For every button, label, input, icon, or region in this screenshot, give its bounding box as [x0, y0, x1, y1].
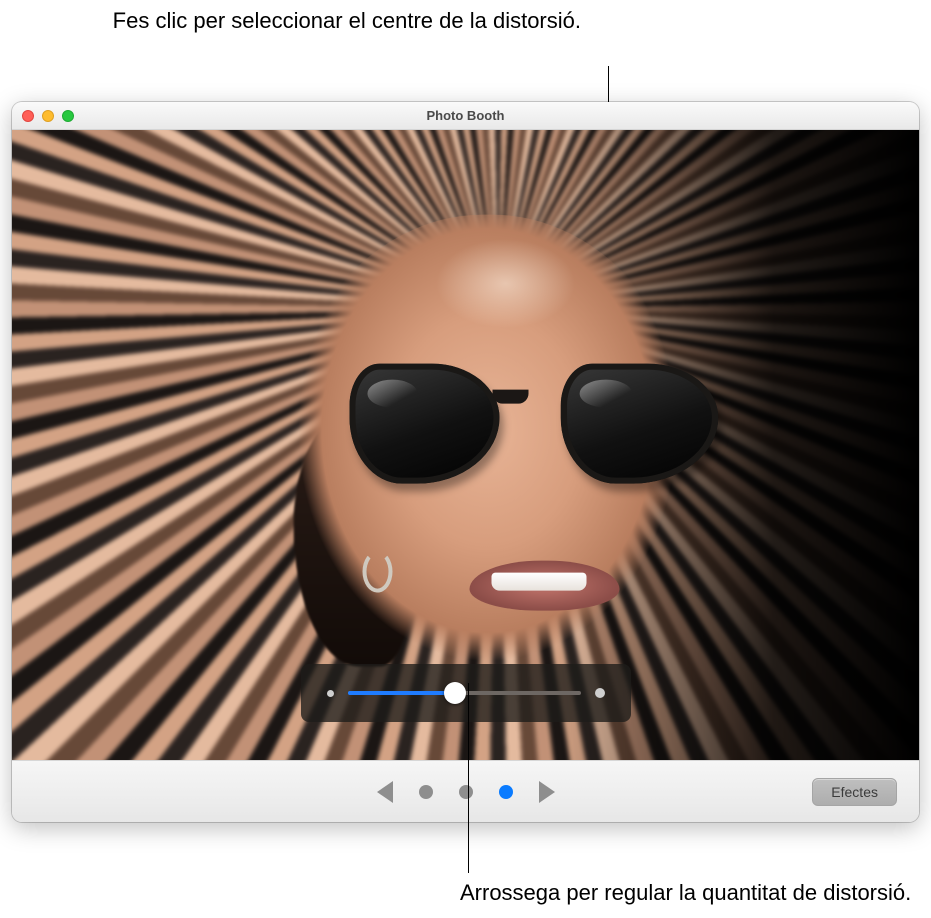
subject-face-placeholder: [272, 215, 702, 695]
callout-text-bottom: Arrossega per regular la quantitat de di…: [460, 880, 911, 905]
lens-left: [349, 363, 499, 483]
callout-distortion-center: Fes clic per seleccionar el centre de la…: [113, 6, 581, 36]
callout-distortion-amount: Arrossega per regular la quantitat de di…: [460, 878, 911, 908]
window-title: Photo Booth: [12, 108, 919, 123]
highlight: [435, 239, 575, 329]
camera-viewport[interactable]: [12, 130, 919, 760]
page-dot-2[interactable]: [459, 785, 473, 799]
slider-max-icon: [595, 688, 605, 698]
distortion-slider[interactable]: [348, 691, 581, 695]
titlebar: Photo Booth: [12, 102, 919, 130]
page-dot-1[interactable]: [419, 785, 433, 799]
callout-text-top: Fes clic per seleccionar el centre de la…: [113, 8, 581, 33]
bridge: [492, 389, 528, 403]
traffic-lights: [12, 110, 74, 122]
slider-fill: [348, 691, 455, 695]
callout-leader-line-bottom: [468, 683, 469, 873]
distortion-slider-panel: [301, 664, 631, 722]
chevron-left-icon[interactable]: [377, 781, 393, 803]
close-icon[interactable]: [22, 110, 34, 122]
effects-button[interactable]: Efectes: [812, 778, 897, 806]
slider-min-icon: [327, 690, 334, 697]
bottom-bar: Efectes: [12, 760, 919, 822]
effects-pager: [377, 781, 555, 803]
teeth-shape: [491, 572, 586, 590]
chevron-right-icon[interactable]: [539, 781, 555, 803]
slider-thumb[interactable]: [444, 682, 466, 704]
zoom-icon[interactable]: [62, 110, 74, 122]
photo-booth-window: Photo Booth: [12, 102, 919, 822]
sunglasses-icon: [349, 363, 664, 483]
page-dot-3[interactable]: [499, 785, 513, 799]
minimize-icon[interactable]: [42, 110, 54, 122]
